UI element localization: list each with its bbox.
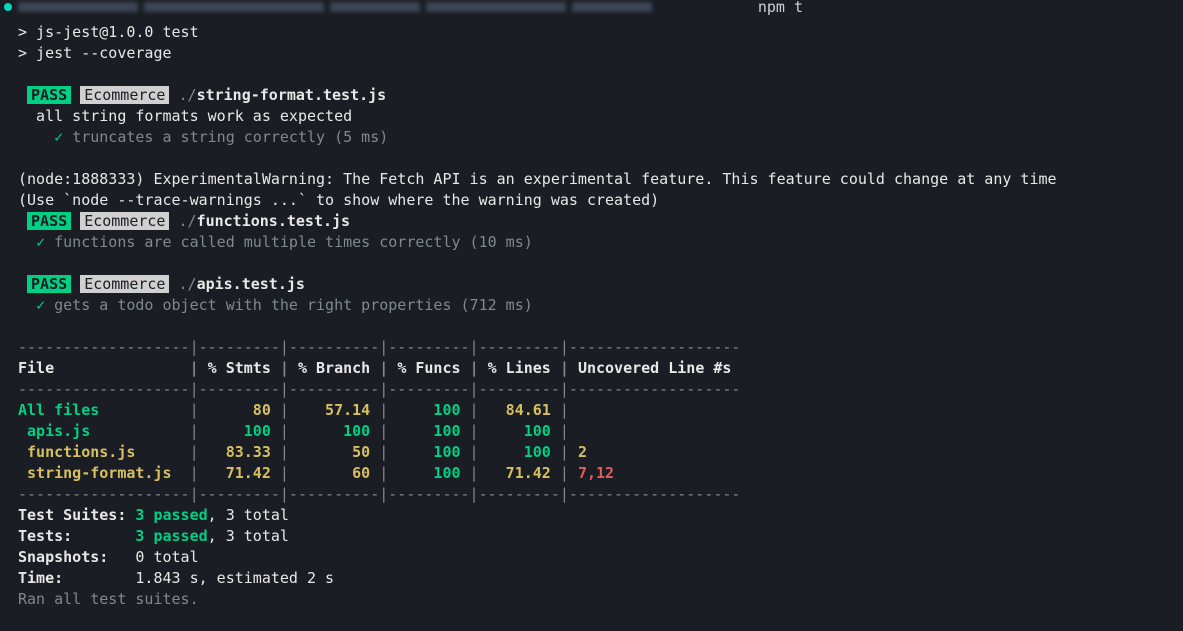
test-line: ✓ gets a todo object with the right prop… (18, 295, 1165, 316)
suite-desc: all string formats work as expected (18, 106, 1165, 127)
pass-badge: PASS (27, 275, 71, 293)
terminal-output[interactable]: > js-jest@1.0.0 test > jest --coverage P… (0, 14, 1183, 618)
coverage-sep: -------------------|---------|----------… (18, 484, 1165, 505)
project-badge: Ecommerce (80, 212, 169, 230)
window-tabbar: npm t (0, 0, 1183, 14)
check-icon: ✓ (36, 233, 45, 251)
node-warning-2: (Use `node --trace-warnings ...` to show… (18, 190, 1165, 211)
pass-badge: PASS (27, 86, 71, 104)
npm-script-line: > js-jest@1.0.0 test (18, 22, 1165, 43)
blurred-title-4 (426, 2, 566, 12)
test-line: ✓ functions are called multiple times co… (18, 232, 1165, 253)
project-badge: Ecommerce (80, 275, 169, 293)
active-tab-indicator (4, 3, 12, 11)
coverage-header: File | % Stmts | % Branch | % Funcs | % … (18, 358, 1165, 379)
node-warning-1: (node:1888333) ExperimentalWarning: The … (18, 169, 1165, 190)
test-line: ✓ truncates a string correctly (5 ms) (18, 127, 1165, 148)
coverage-row: functions.js | 83.33 | 50 | 100 | 100 | … (18, 442, 1165, 463)
project-badge: Ecommerce (80, 86, 169, 104)
suite-header: PASS Ecommerce ./apis.test.js (18, 274, 1165, 295)
summary-suites: Test Suites: 3 passed, 3 total (18, 505, 1165, 526)
blurred-title-3 (330, 2, 420, 12)
suite-header: PASS Ecommerce ./functions.test.js (18, 211, 1165, 232)
check-icon: ✓ (36, 296, 45, 314)
coverage-row: apis.js | 100 | 100 | 100 | 100 | (18, 421, 1165, 442)
coverage-sep: -------------------|---------|----------… (18, 379, 1165, 400)
suite-header: PASS Ecommerce ./string-format.test.js (18, 85, 1165, 106)
summary-ran: Ran all test suites. (18, 589, 1165, 610)
coverage-sep: -------------------|---------|----------… (18, 337, 1165, 358)
blurred-title-5 (572, 2, 652, 12)
summary-snapshots: Snapshots: 0 total (18, 547, 1165, 568)
summary-time: Time: 1.843 s, estimated 2 s (18, 568, 1165, 589)
pass-badge: PASS (27, 212, 71, 230)
summary-tests: Tests: 3 passed, 3 total (18, 526, 1165, 547)
check-icon: ✓ (54, 128, 63, 146)
coverage-row: All files | 80 | 57.14 | 100 | 84.61 | (18, 400, 1165, 421)
blurred-title-2 (144, 2, 324, 12)
coverage-row: string-format.js | 71.42 | 60 | 100 | 71… (18, 463, 1165, 484)
tab-command: npm t (758, 0, 803, 18)
blurred-title-1 (18, 2, 138, 12)
jest-cmd-line: > jest --coverage (18, 43, 1165, 64)
